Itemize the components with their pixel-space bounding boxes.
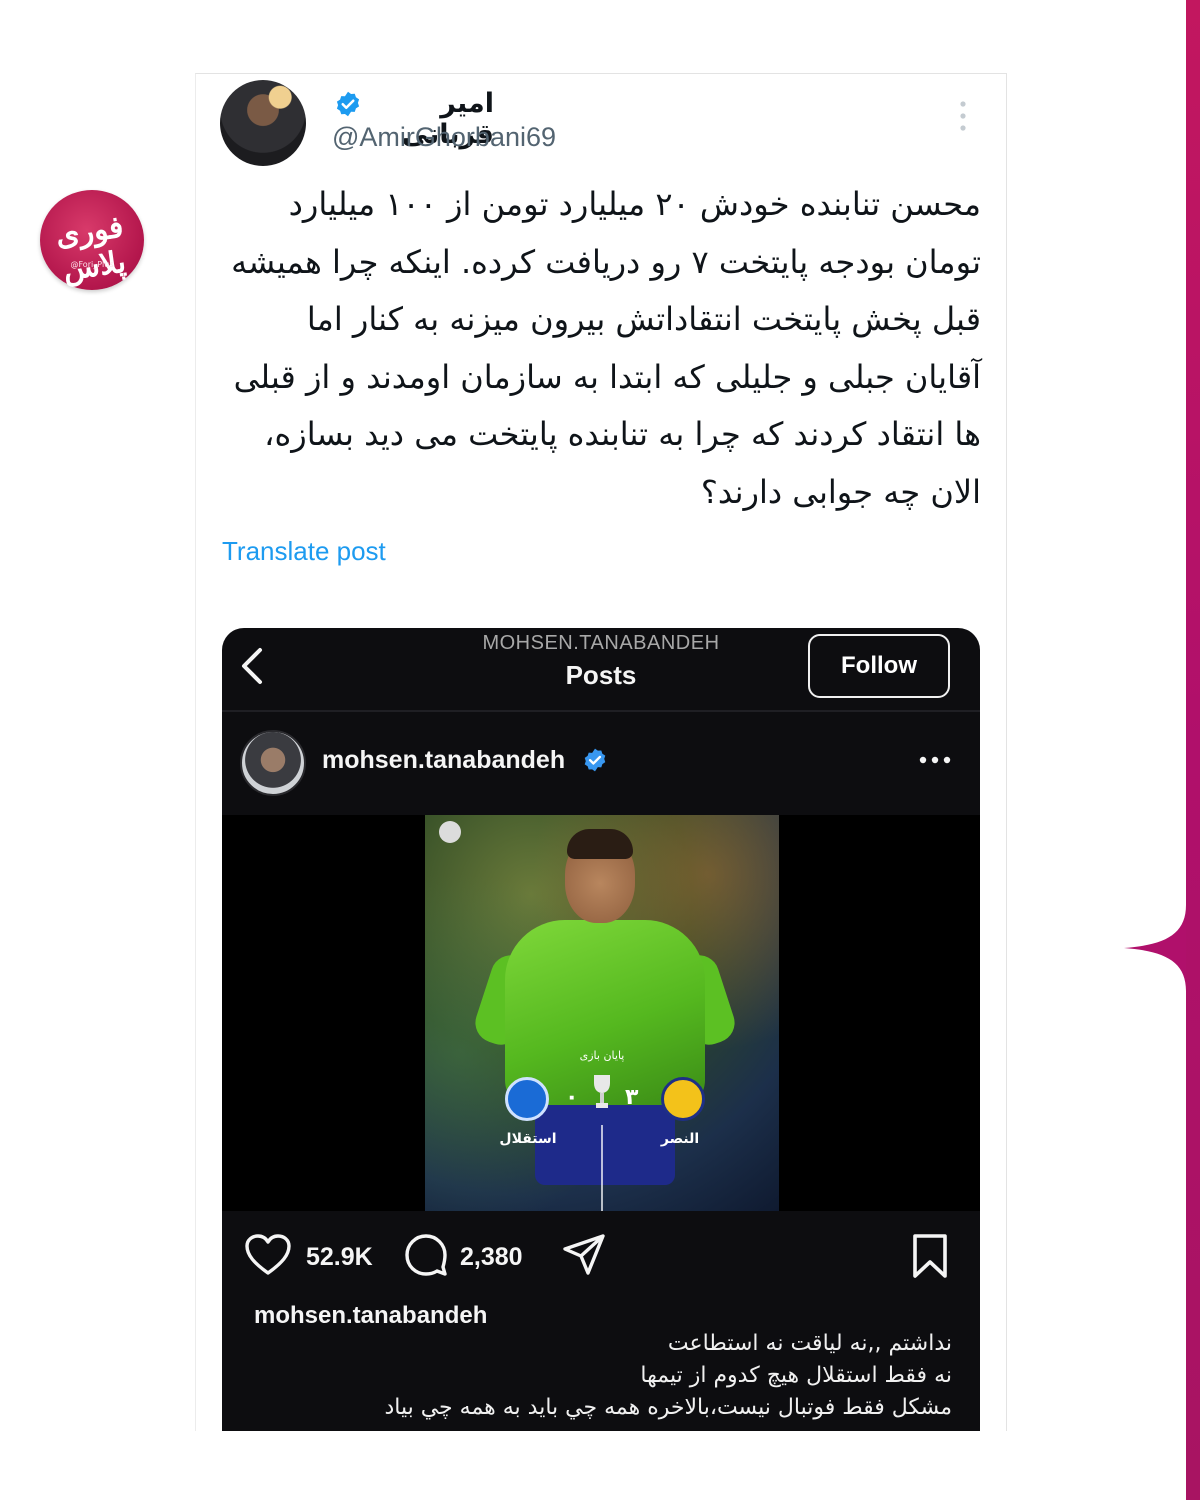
comment-bubble-icon[interactable] xyxy=(404,1233,448,1277)
comment-count: 2,380 xyxy=(460,1243,523,1271)
edge-decoration-bar xyxy=(1186,0,1200,1500)
team-left-name: استقلال xyxy=(499,1131,557,1147)
caption-username[interactable]: mohsen.tanabandeh xyxy=(254,1302,487,1330)
instagram-embed: MOHSEN.TANABANDEH Posts Follow mohsen.ta… xyxy=(222,628,980,1431)
verified-badge-icon xyxy=(584,748,606,772)
brand-logo-text: فوری پلاس xyxy=(53,209,129,289)
tweet-card: امیر قربانی @AmirGhorbani69 محسن تنابنده… xyxy=(195,73,1007,1431)
header-divider xyxy=(222,710,980,712)
scoreboard: پایان بازی ۰ ۳ استقلال النصر xyxy=(485,1049,719,1211)
like-heart-icon[interactable] xyxy=(244,1233,292,1277)
match-poster-image: پایان بازی ۰ ۳ استقلال النصر xyxy=(425,815,779,1211)
alnassr-crest-icon xyxy=(661,1077,705,1121)
brand-logo-subtext: @Fori_Plus xyxy=(70,260,114,269)
translate-post-link[interactable]: Translate post xyxy=(222,536,386,567)
post-caption: نداشتم ,,نه لیاقت نه استطاعت نه فقط استق… xyxy=(262,1328,952,1424)
follow-button[interactable]: Follow xyxy=(808,634,950,698)
caption-line: مشکل فقط فوتبال نیست،بالاخره همه چي بايد… xyxy=(384,1395,952,1420)
post-actions-bar: 52.9K 2,380 xyxy=(222,1211,980,1301)
trophy-icon xyxy=(594,1075,610,1108)
post-author-username[interactable]: mohsen.tanabandeh xyxy=(322,746,565,775)
post-options-icon[interactable] xyxy=(918,754,952,766)
verified-badge-icon xyxy=(336,91,360,117)
league-badge-icon xyxy=(439,821,461,843)
score-left: ۰ xyxy=(565,1085,579,1110)
like-count: 52.9K xyxy=(306,1243,373,1271)
esteghlal-crest-icon xyxy=(505,1077,549,1121)
post-media[interactable]: پایان بازی ۰ ۳ استقلال النصر xyxy=(222,815,980,1211)
brand-logo: فوری پلاس @Fori_Plus xyxy=(40,190,144,290)
match-status: پایان بازی xyxy=(579,1049,625,1062)
share-send-icon[interactable] xyxy=(562,1233,606,1277)
author-avatar[interactable] xyxy=(220,80,306,166)
more-options-icon[interactable] xyxy=(956,98,970,134)
caption-line: نداشتم ,,نه لیاقت نه استطاعت xyxy=(667,1331,952,1356)
caption-line: نه فقط استقلال هیچ کدوم از تیمها xyxy=(640,1363,952,1388)
save-bookmark-icon[interactable] xyxy=(910,1233,950,1279)
score-right: ۳ xyxy=(625,1085,639,1110)
author-handle[interactable]: @AmirGhorbani69 xyxy=(332,122,556,153)
team-right-name: النصر xyxy=(660,1131,700,1147)
post-author-avatar[interactable] xyxy=(240,730,306,796)
edge-notch-shape xyxy=(1124,905,1186,991)
tweet-text: محسن تنابنده خودش ۲۰ میلیارد تومن از ۱۰۰… xyxy=(231,185,981,511)
